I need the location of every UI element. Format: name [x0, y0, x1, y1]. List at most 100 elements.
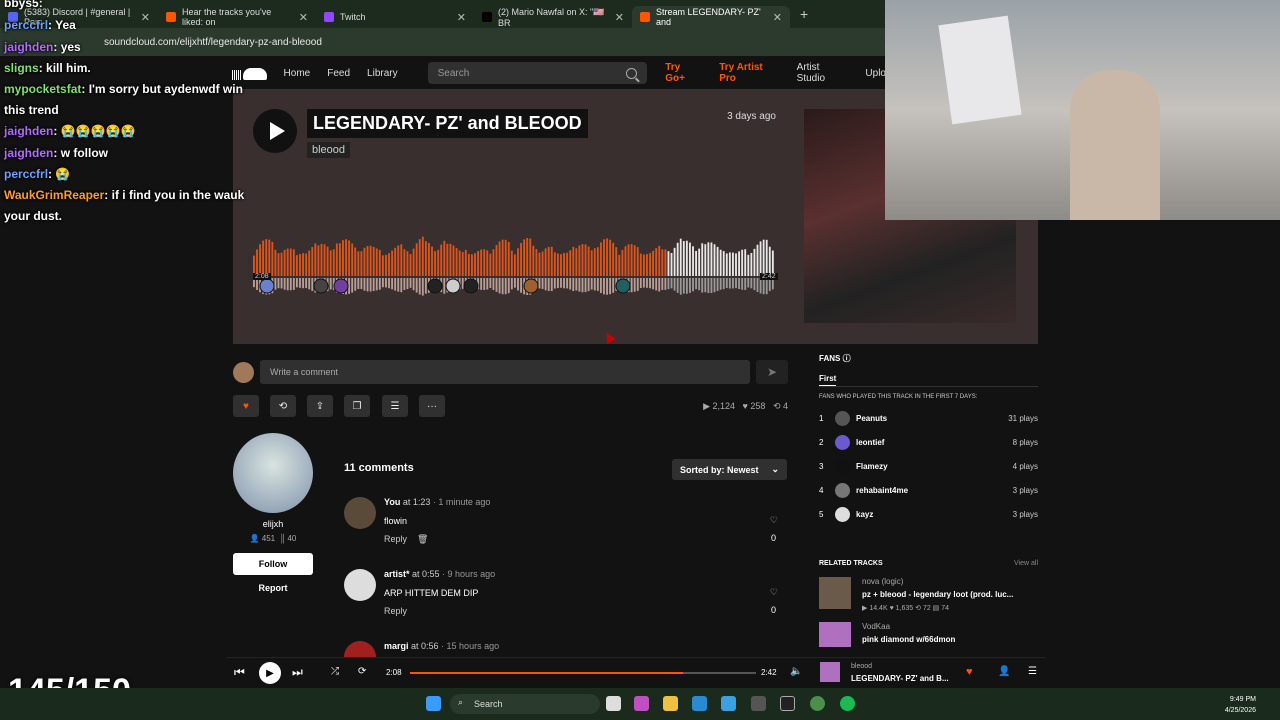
related-artist[interactable]: nova (logic): [862, 577, 903, 586]
system-clock[interactable]: 9:49 PM 4/25/2026: [1225, 694, 1256, 716]
fan-item[interactable]: 2 leontief 8 plays: [819, 430, 1038, 454]
now-playing-thumbnail[interactable]: [820, 662, 840, 682]
fan-name[interactable]: Flamezy: [856, 462, 888, 471]
comment-timestamp[interactable]: at 0:56: [409, 641, 439, 651]
play-button[interactable]: [253, 109, 297, 153]
fan-name[interactable]: leontief: [856, 438, 884, 447]
waveform-comment-avatar[interactable]: [427, 278, 443, 294]
tab-twitch[interactable]: Twitch ✕: [316, 6, 474, 28]
waveform-comment-avatar[interactable]: [259, 278, 275, 294]
avatar[interactable]: [344, 569, 376, 601]
task-view-icon[interactable]: [606, 696, 621, 711]
fan-item[interactable]: 1 Peanuts 31 plays: [819, 406, 1038, 430]
tracks-count[interactable]: 40: [287, 534, 296, 543]
fan-name[interactable]: rehabaint4me: [856, 486, 908, 495]
followers-count[interactable]: 451: [262, 534, 275, 543]
close-icon[interactable]: ✕: [457, 11, 466, 24]
chat-username[interactable]: jaighden: [4, 40, 53, 54]
chat-username[interactable]: jaighden: [4, 146, 53, 160]
waveform-comment-avatar[interactable]: [523, 278, 539, 294]
close-icon[interactable]: ✕: [615, 11, 624, 24]
comment-user[interactable]: artist*: [384, 569, 410, 579]
address-bar[interactable]: soundcloud.com/elijxhtf/legendary-pz-and…: [0, 28, 885, 56]
chat-username[interactable]: jaighden: [4, 124, 53, 138]
store-icon[interactable]: [721, 696, 736, 711]
app-icon[interactable]: [751, 696, 766, 711]
send-icon[interactable]: ➤: [756, 360, 788, 384]
chrome-icon[interactable]: [810, 696, 825, 711]
chat-username[interactable]: mypocketsfat: [4, 82, 81, 96]
chat-username[interactable]: perccfrl: [4, 167, 48, 181]
info-icon[interactable]: ⓘ: [843, 354, 851, 363]
follow-button[interactable]: Follow: [233, 553, 313, 575]
nav-library[interactable]: Library: [367, 68, 398, 79]
follow-user-icon[interactable]: 👤: [998, 666, 1010, 677]
waveform-comment-avatar[interactable]: [463, 278, 479, 294]
fan-item[interactable]: 3 Flamezy 4 plays: [819, 454, 1038, 478]
avatar[interactable]: [344, 497, 376, 529]
progress-bar[interactable]: [410, 672, 756, 674]
try-artist-pro-link[interactable]: Try Artist Pro: [719, 62, 779, 84]
search-input[interactable]: Search: [427, 62, 648, 84]
nav-home[interactable]: Home: [284, 68, 311, 79]
avatar[interactable]: [344, 641, 376, 657]
try-go-link[interactable]: Try Go+: [665, 62, 701, 84]
repost-button[interactable]: ⟲: [270, 395, 296, 417]
related-track-title[interactable]: pz + bleood - legendary loot (prod. luc.…: [862, 590, 1013, 599]
artist-studio-link[interactable]: Artist Studio: [797, 62, 849, 84]
upload-link[interactable]: Uplo: [865, 68, 886, 79]
reply-button[interactable]: Reply: [384, 606, 407, 616]
copilot-icon[interactable]: [634, 696, 649, 711]
tab-first[interactable]: First: [819, 374, 837, 386]
comment-input[interactable]: Write a comment: [260, 360, 750, 384]
close-icon[interactable]: ✕: [299, 11, 308, 24]
copy-link-button[interactable]: ❐: [344, 395, 370, 417]
waveform-comment-avatar[interactable]: [313, 278, 329, 294]
waveform-comment-avatar[interactable]: [615, 278, 631, 294]
uploader-avatar[interactable]: [233, 433, 313, 513]
spotify-icon[interactable]: [840, 696, 855, 711]
edge-icon[interactable]: [692, 696, 707, 711]
comment-user[interactable]: margi: [384, 641, 409, 651]
related-item[interactable]: VodKaa pink diamond w/66dmon: [819, 622, 1038, 647]
volume-icon[interactable]: 🔈: [790, 666, 802, 677]
chat-username[interactable]: sligns: [4, 61, 39, 75]
search-icon[interactable]: [626, 67, 638, 79]
new-tab-button[interactable]: +: [800, 6, 808, 22]
close-icon[interactable]: ✕: [773, 11, 782, 24]
heart-icon[interactable]: ♥: [966, 666, 973, 678]
windows-start-icon[interactable]: [426, 696, 441, 711]
share-button[interactable]: ⇪: [307, 395, 333, 417]
delete-icon[interactable]: 🗑: [417, 534, 428, 544]
fan-item[interactable]: 4 rehabaint4me 3 plays: [819, 478, 1038, 502]
sort-dropdown[interactable]: Sorted by: Newest ⌄: [672, 459, 787, 480]
repeat-icon[interactable]: ⟳: [358, 666, 366, 677]
app-icon[interactable]: [780, 696, 795, 711]
uploader-name[interactable]: elijxh: [233, 519, 313, 529]
queue-icon[interactable]: ☰: [1028, 666, 1037, 677]
add-to-playlist-button[interactable]: ☰: [382, 395, 408, 417]
now-playing-artist[interactable]: bleood: [851, 663, 872, 670]
track-artist[interactable]: bleood: [307, 142, 351, 158]
view-all-link[interactable]: View all: [1014, 560, 1038, 567]
reply-button[interactable]: Reply 🗑: [384, 534, 428, 545]
chat-username[interactable]: perccfrl: [4, 18, 48, 32]
more-button[interactable]: ···: [419, 395, 445, 417]
comment-timestamp[interactable]: at 0:55: [410, 569, 440, 579]
waveform-comment-avatar[interactable]: [333, 278, 349, 294]
tab-x[interactable]: (2) Mario Nawfal on X: "🇺🇸BR ✕: [474, 6, 632, 28]
chat-username[interactable]: bbys5: [4, 0, 39, 10]
shuffle-icon[interactable]: ⤮: [331, 666, 339, 677]
comment-like-icon[interactable]: ♡: [770, 587, 778, 598]
fan-item[interactable]: 5 kayz 3 plays: [819, 502, 1038, 526]
comment-timestamp[interactable]: at 1:23: [400, 497, 431, 507]
related-track-title[interactable]: pink diamond w/66dmon: [862, 635, 955, 644]
fan-name[interactable]: kayz: [856, 510, 873, 519]
chat-username[interactable]: WaukGrimReaper: [4, 188, 104, 202]
comment-like-icon[interactable]: ♡: [770, 515, 778, 526]
report-link[interactable]: Report: [233, 583, 313, 593]
nav-feed[interactable]: Feed: [327, 68, 350, 79]
fan-name[interactable]: Peanuts: [856, 414, 887, 423]
previous-icon[interactable]: ⏮: [234, 665, 245, 680]
close-icon[interactable]: ✕: [141, 11, 150, 24]
